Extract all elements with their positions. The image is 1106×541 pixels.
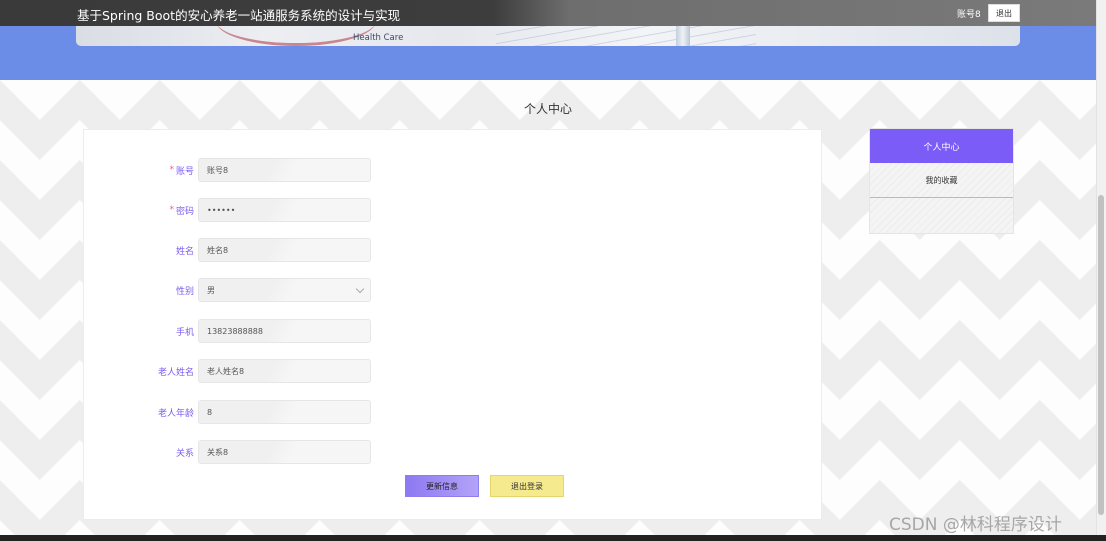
required-mark: * [169,205,174,215]
account-label: * 账号 [169,165,194,177]
gender-label: 性别 [175,286,194,297]
account-input[interactable]: 账号8 [198,158,371,182]
side-item-profile[interactable]: 个人中心 [870,129,1013,163]
form-row-account: * 账号 账号8 [124,158,454,182]
watermark-text: CSDN @林科程序设计 [889,515,1062,535]
banner-caption: Health Care [353,33,404,43]
gender-selected-value: 男 [207,285,215,295]
logout-button[interactable]: 退出登录 [490,475,564,497]
update-info-button[interactable]: 更新信息 [405,475,479,497]
password-label: * 密码 [169,205,194,217]
form-row-relation: 关系 关系8 [124,440,454,464]
form-row-elder-name: 老人姓名 老人姓名8 [124,359,454,383]
elder-age-label: 老人年龄 [157,408,194,419]
elder-name-label: 老人姓名 [157,367,194,378]
page-scrollbar-thumb[interactable] [1098,195,1104,515]
relation-label: 关系 [175,448,194,459]
current-username: 账号8 [957,10,981,20]
banner-decoration-pillar [676,26,690,46]
name-label: 姓名 [175,246,194,257]
top-navbar: 基于Spring Boot的安心养老一站通服务系统的设计与实现 账号8 退出 [0,0,1096,26]
form-row-name: 姓名 姓名8 [124,238,454,262]
gender-select[interactable]: 男 [198,278,371,302]
name-input[interactable]: 姓名8 [198,238,371,262]
form-row-elder-age: 老人年龄 8 [124,400,454,424]
password-input[interactable]: •••••• [198,198,371,222]
banner-image: Health Care [76,26,1020,46]
top-logout-button[interactable]: 退出 [988,4,1020,22]
elder-name-input[interactable]: 老人姓名8 [198,359,371,383]
form-row-password: * 密码 •••••• [124,198,454,222]
elder-age-input[interactable]: 8 [198,400,371,424]
profile-form-card: * 账号 账号8 * 密码 •••••• 姓名 姓名8 性别 男 手机 1382… [83,129,822,520]
form-row-phone: 手机 13823888888 [124,319,454,343]
chevron-down-icon [355,284,365,294]
required-mark: * [169,165,174,175]
side-menu: 个人中心 我的收藏 [869,128,1014,234]
form-row-gender: 性别 男 [124,278,454,302]
side-item-favorites[interactable]: 我的收藏 [870,163,1013,198]
phone-label: 手机 [175,327,194,338]
page-title: 个人中心 [523,102,572,116]
phone-input[interactable]: 13823888888 [198,319,371,343]
relation-input[interactable]: 关系8 [198,440,371,464]
bottom-edge [0,535,1106,541]
site-title: 基于Spring Boot的安心养老一站通服务系统的设计与实现 [77,8,401,23]
banner-decoration-lines [496,26,756,46]
banner-decoration-arc [216,26,376,46]
